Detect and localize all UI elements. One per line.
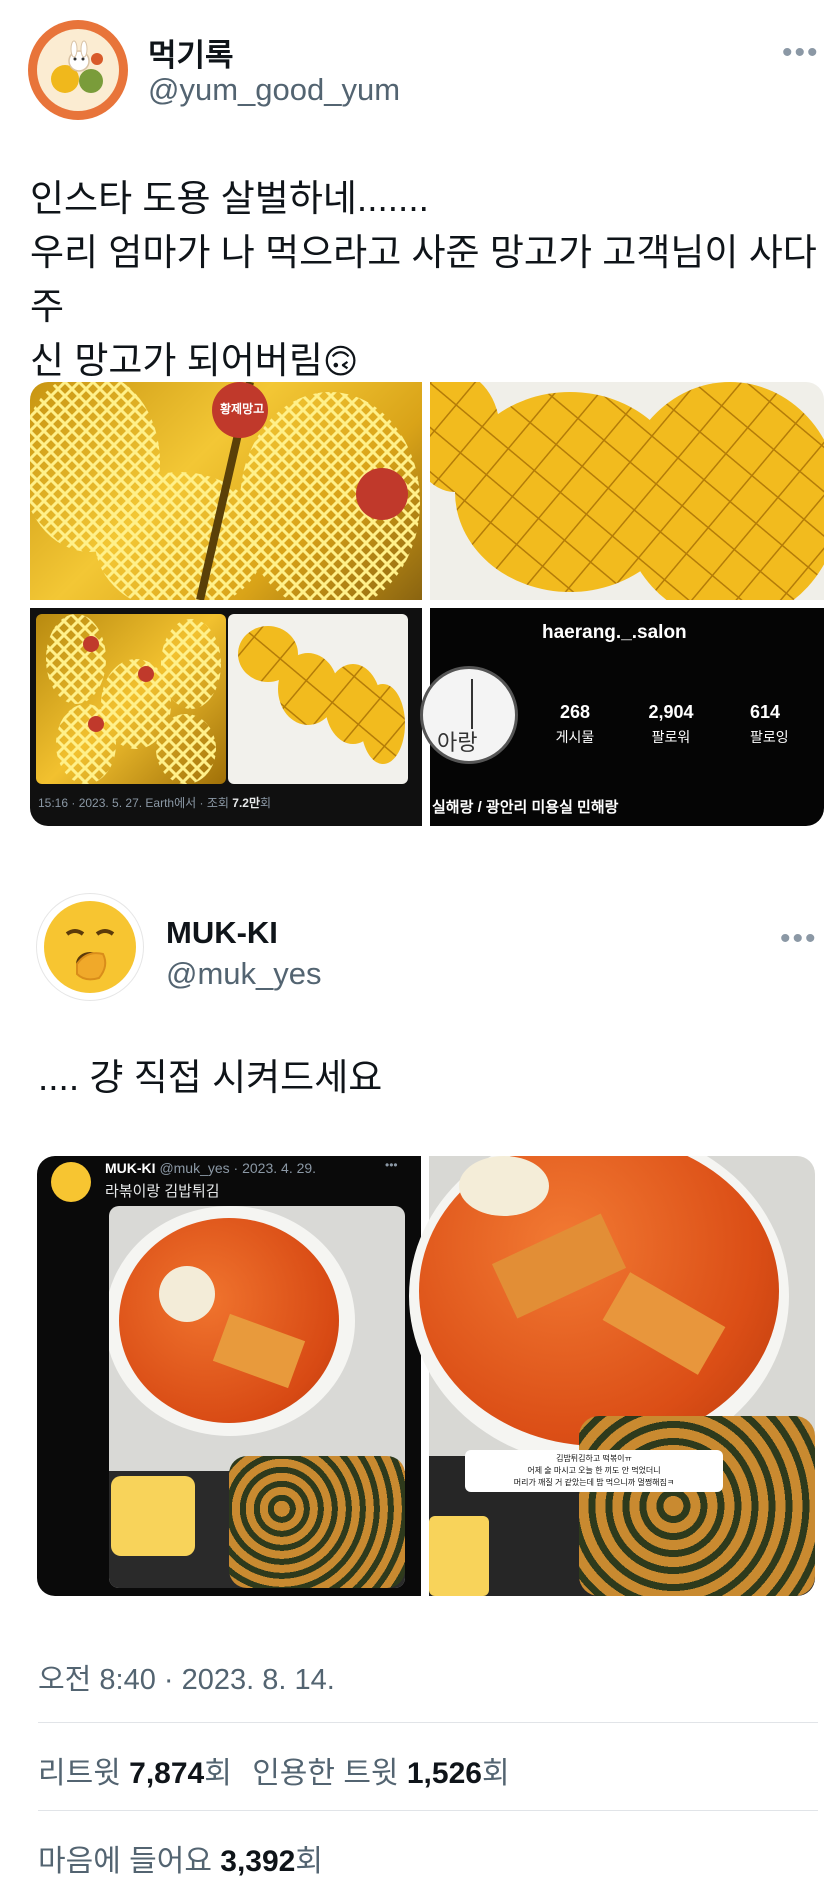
like-stat[interactable]: 마음에 들어요 3,392회: [38, 1836, 323, 1880]
tweet-line: 신 망고가 되어버림🙃: [30, 340, 359, 381]
tweet-line: 인스타 도용 살벌하네.......: [30, 178, 429, 219]
salon-logo: 아랑: [420, 666, 518, 764]
mango-box-photo[interactable]: 황제망고: [30, 382, 422, 600]
more-options-icon: •••: [385, 1158, 398, 1172]
media-grid[interactable]: 황제망고 15:16 · 2023. 5. 27. Earth에서 · 조회 7…: [30, 382, 824, 826]
retweet-stat[interactable]: 리트윗 7,874회: [38, 1757, 232, 1790]
quote-tweet-stat[interactable]: 인용한 트윗 1,526회: [252, 1757, 509, 1790]
upside-down-face-emoji: 🙃: [322, 343, 359, 381]
instagram-bio: 실해랑 / 광안리 미용실 민해랑: [432, 799, 619, 816]
cut-mango-photo[interactable]: [430, 382, 824, 600]
quoted-text: 라볶이랑 김밥튀김: [105, 1183, 220, 1200]
stat-following: 614 팔로잉: [750, 702, 789, 745]
tweet-line: 우리 엄마가 나 먹으라고 사준 망고가 고객님이 사다주: [30, 232, 817, 327]
instagram-profile-screenshot[interactable]: haerang._.salon 아랑 268 게시물 2,904 팔로워 614…: [420, 608, 824, 826]
engagement-stats: 리트윗 7,874회 인용한 트윗 1,526회: [38, 1748, 510, 1792]
mango-box-photo: [36, 614, 226, 784]
user-handle[interactable]: @yum_good_yum: [148, 72, 400, 108]
avatar[interactable]: [36, 893, 144, 1001]
tweet-text: 인스타 도용 살벌하네....... 우리 엄마가 나 먹으라고 사준 망고가 …: [30, 172, 830, 389]
more-options-icon[interactable]: •••: [782, 36, 820, 70]
quoted-author: MUK-KI @muk_yes · 2023. 4. 29.: [105, 1160, 317, 1176]
display-name[interactable]: 먹기록: [148, 30, 234, 75]
media-grid[interactable]: MUK-KI @muk_yes · 2023. 4. 29. ••• 라볶이랑 …: [37, 1156, 815, 1596]
divider: [38, 1810, 818, 1811]
divider: [38, 1722, 818, 1723]
display-name[interactable]: MUK-KI: [166, 915, 278, 951]
story-caption: 김밥튀김하고 떡볶이ㅠ 어제 술 마시고 오늘 한 끼도 안 먹었더니 머리가 …: [465, 1450, 723, 1492]
avatar[interactable]: [28, 20, 128, 120]
avatar: [51, 1162, 91, 1202]
box-label: 황제망고: [220, 402, 265, 416]
embedded-tweet-screenshot[interactable]: 15:16 · 2023. 5. 27. Earth에서 · 조회 7.2만회: [30, 608, 422, 826]
user-handle[interactable]: @muk_yes: [166, 956, 322, 992]
more-options-icon[interactable]: •••: [780, 922, 818, 956]
embed-meta: 15:16 · 2023. 5. 27. Earth에서 · 조회 7.2만회: [38, 796, 272, 810]
stat-posts: 268 게시물: [555, 702, 595, 745]
tweet-text: .... 걍 직접 시켜드세요: [38, 1057, 383, 1098]
instagram-username: haerang._.salon: [542, 622, 687, 643]
stat-followers: 2,904 팔로워: [648, 702, 694, 745]
quoted-tweet-screenshot[interactable]: MUK-KI @muk_yes · 2023. 4. 29. ••• 라볶이랑 …: [37, 1156, 421, 1596]
tteokbokki-photo: [109, 1206, 405, 1588]
tteokbokki-closeup-photo[interactable]: 김밥튀김하고 떡볶이ㅠ 어제 술 마시고 오늘 한 끼도 안 먹었더니 머리가 …: [409, 1156, 815, 1596]
cut-mango-photo: [228, 614, 408, 784]
tweet-timestamp[interactable]: 오전 8:40 · 2023. 8. 14.: [38, 1656, 335, 1698]
